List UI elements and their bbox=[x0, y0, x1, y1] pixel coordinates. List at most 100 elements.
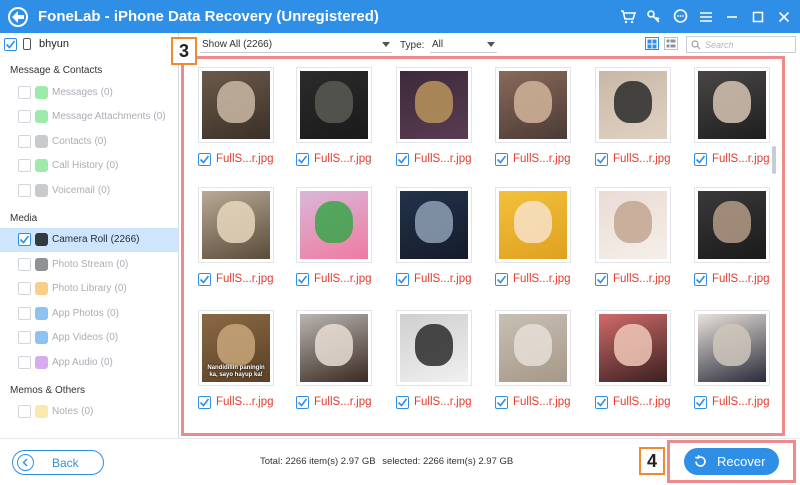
category-checkbox[interactable] bbox=[18, 134, 31, 148]
photo-checkbox[interactable] bbox=[495, 152, 508, 166]
category-checkbox[interactable] bbox=[18, 257, 31, 271]
photo-thumbnail[interactable] bbox=[595, 187, 671, 263]
total-stats: Total: 2266 item(s) 2.97 GB bbox=[260, 456, 376, 467]
app-title: FoneLab - iPhone Data Recovery (Unregist… bbox=[38, 8, 379, 25]
category-checkbox[interactable] bbox=[18, 331, 31, 345]
photo-item[interactable]: FullS...r.jpg bbox=[396, 187, 476, 286]
maximize-icon[interactable] bbox=[748, 7, 768, 27]
photo-thumbnail[interactable] bbox=[198, 187, 274, 263]
photo-checkbox[interactable] bbox=[396, 395, 409, 409]
type-dropdown[interactable]: All bbox=[430, 37, 497, 53]
photo-item[interactable]: FullS...r.jpg bbox=[198, 67, 278, 166]
photo-item[interactable]: FullS...r.jpg bbox=[396, 67, 476, 166]
photo-checkbox[interactable] bbox=[296, 152, 309, 166]
category-checkbox[interactable] bbox=[18, 85, 31, 99]
category-checkbox[interactable] bbox=[18, 306, 31, 320]
photo-checkbox[interactable] bbox=[396, 152, 409, 166]
sidebar-item-voicemail[interactable]: Voicemail (0) bbox=[0, 178, 178, 203]
sidebar-item-photo-library[interactable]: Photo Library (0) bbox=[0, 277, 178, 302]
photo-checkbox[interactable] bbox=[694, 395, 707, 409]
photo-item[interactable]: FullS...r.jpg bbox=[495, 187, 575, 286]
photo-item[interactable]: FullS...r.jpg bbox=[694, 310, 774, 409]
photo-item[interactable]: FullS...r.jpg bbox=[595, 310, 675, 409]
photo-checkbox[interactable] bbox=[595, 272, 608, 286]
photo-item[interactable]: FullS...r.jpg bbox=[296, 67, 376, 166]
photo-checkbox[interactable] bbox=[694, 152, 707, 166]
cart-icon[interactable] bbox=[618, 7, 638, 27]
category-checkbox[interactable] bbox=[18, 159, 31, 173]
photo-checkbox[interactable] bbox=[198, 272, 211, 286]
photo-item[interactable]: FullS...r.jpg bbox=[198, 187, 278, 286]
photo-checkbox[interactable] bbox=[495, 395, 508, 409]
recover-button[interactable]: Recover bbox=[684, 448, 779, 475]
sidebar-item-call-history[interactable]: Call History (0) bbox=[0, 154, 178, 179]
sidebar-item-messages[interactable]: Messages (0) bbox=[0, 80, 178, 105]
back-button[interactable]: Back bbox=[12, 450, 104, 475]
sidebar-item-app-photos[interactable]: App Photos (0) bbox=[0, 301, 178, 326]
photo-thumbnail[interactable] bbox=[595, 67, 671, 143]
photo-checkbox[interactable] bbox=[296, 272, 309, 286]
photo-thumbnail[interactable] bbox=[694, 310, 770, 386]
category-checkbox[interactable] bbox=[18, 405, 31, 419]
category-checkbox[interactable] bbox=[18, 110, 31, 124]
photo-checkbox[interactable] bbox=[495, 272, 508, 286]
photo-thumbnail[interactable]: Nandidiliin paningin ka, sayo hayup ka! bbox=[198, 310, 274, 386]
scrollbar[interactable] bbox=[772, 146, 776, 174]
photo-item[interactable]: FullS...r.jpg bbox=[296, 310, 376, 409]
sidebar-item-app-audio[interactable]: App Audio (0) bbox=[0, 350, 178, 375]
photo-thumbnail[interactable] bbox=[396, 187, 472, 263]
photo-thumbnail[interactable] bbox=[396, 310, 472, 386]
photo-thumbnail[interactable] bbox=[296, 67, 372, 143]
menu-icon[interactable] bbox=[696, 7, 716, 27]
minimize-icon[interactable] bbox=[722, 7, 742, 27]
sidebar-item-app-videos[interactable]: App Videos (0) bbox=[0, 326, 178, 351]
photo-checkbox[interactable] bbox=[296, 395, 309, 409]
device-checkbox[interactable] bbox=[4, 37, 17, 51]
sidebar-item-camera-roll[interactable]: Camera Roll (2266) bbox=[0, 227, 178, 252]
photo-thumbnail[interactable] bbox=[595, 310, 671, 386]
category-checkbox[interactable] bbox=[18, 282, 31, 296]
chat-icon[interactable] bbox=[670, 7, 690, 27]
photo-checkbox[interactable] bbox=[694, 272, 707, 286]
camera-roll-icon bbox=[35, 233, 48, 247]
photo-thumbnail[interactable] bbox=[296, 187, 372, 263]
photo-item[interactable]: FullS...r.jpg bbox=[595, 67, 675, 166]
sidebar-item-notes[interactable]: Notes (0) bbox=[0, 400, 178, 425]
category-checkbox[interactable] bbox=[18, 355, 31, 369]
photo-thumbnail[interactable] bbox=[198, 67, 274, 143]
photo-thumbnail[interactable] bbox=[495, 67, 571, 143]
photo-item[interactable]: Nandidiliin paningin ka, sayo hayup ka! F… bbox=[198, 310, 278, 409]
photo-item[interactable]: FullS...r.jpg bbox=[495, 310, 575, 409]
category-checkbox[interactable] bbox=[18, 233, 31, 247]
photo-image bbox=[202, 191, 270, 259]
photo-checkbox[interactable] bbox=[595, 395, 608, 409]
photo-item[interactable]: FullS...r.jpg bbox=[694, 187, 774, 286]
photo-checkbox[interactable] bbox=[595, 152, 608, 166]
show-filter-dropdown[interactable]: Show All (2266) bbox=[200, 37, 392, 53]
photo-item[interactable]: FullS...r.jpg bbox=[694, 67, 774, 166]
key-icon[interactable] bbox=[644, 7, 664, 27]
photo-label: FullS...r.jpg bbox=[198, 395, 278, 409]
close-icon[interactable] bbox=[774, 7, 794, 27]
photo-thumbnail[interactable] bbox=[296, 310, 372, 386]
grid-view-button[interactable] bbox=[645, 37, 659, 50]
photo-item[interactable]: FullS...r.jpg bbox=[296, 187, 376, 286]
photo-item[interactable]: FullS...r.jpg bbox=[495, 67, 575, 166]
search-input[interactable] bbox=[705, 39, 795, 50]
photo-item[interactable]: FullS...r.jpg bbox=[595, 187, 675, 286]
sidebar-item-contacts[interactable]: Contacts (0) bbox=[0, 129, 178, 154]
photo-checkbox[interactable] bbox=[198, 152, 211, 166]
photo-checkbox[interactable] bbox=[396, 272, 409, 286]
photo-thumbnail[interactable] bbox=[495, 310, 571, 386]
sidebar-item-message-attachments[interactable]: Message Attachments (0) bbox=[0, 105, 178, 130]
sidebar-item-photo-stream[interactable]: Photo Stream (0) bbox=[0, 252, 178, 277]
photo-thumbnail[interactable] bbox=[694, 67, 770, 143]
photo-checkbox[interactable] bbox=[198, 395, 211, 409]
device-row[interactable]: bhyun bbox=[0, 33, 178, 55]
photo-thumbnail[interactable] bbox=[396, 67, 472, 143]
list-view-button[interactable] bbox=[664, 37, 678, 50]
photo-item[interactable]: FullS...r.jpg bbox=[396, 310, 476, 409]
category-checkbox[interactable] bbox=[18, 183, 31, 197]
photo-thumbnail[interactable] bbox=[495, 187, 571, 263]
photo-thumbnail[interactable] bbox=[694, 187, 770, 263]
